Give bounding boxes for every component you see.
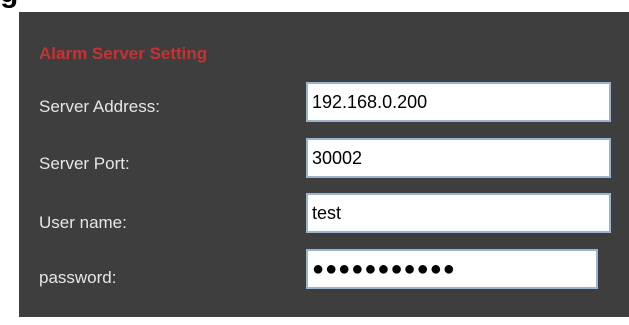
password-label: password:: [39, 268, 117, 287]
server-port-label: Server Port:: [39, 154, 130, 173]
password-input[interactable]: [306, 249, 598, 289]
server-port-input[interactable]: [306, 138, 611, 178]
cropped-page-heading: g: [0, 0, 629, 12]
server-address-input[interactable]: [306, 82, 611, 122]
user-name-label: User name:: [39, 213, 127, 232]
server-address-label: Server Address:: [39, 97, 160, 116]
section-title: Alarm Server Setting: [39, 44, 208, 63]
alarm-server-settings-panel: Alarm Server Setting Server Address: Ser…: [19, 12, 629, 317]
cropped-page-heading-text: g: [0, 0, 18, 8]
user-name-input[interactable]: [306, 193, 611, 233]
